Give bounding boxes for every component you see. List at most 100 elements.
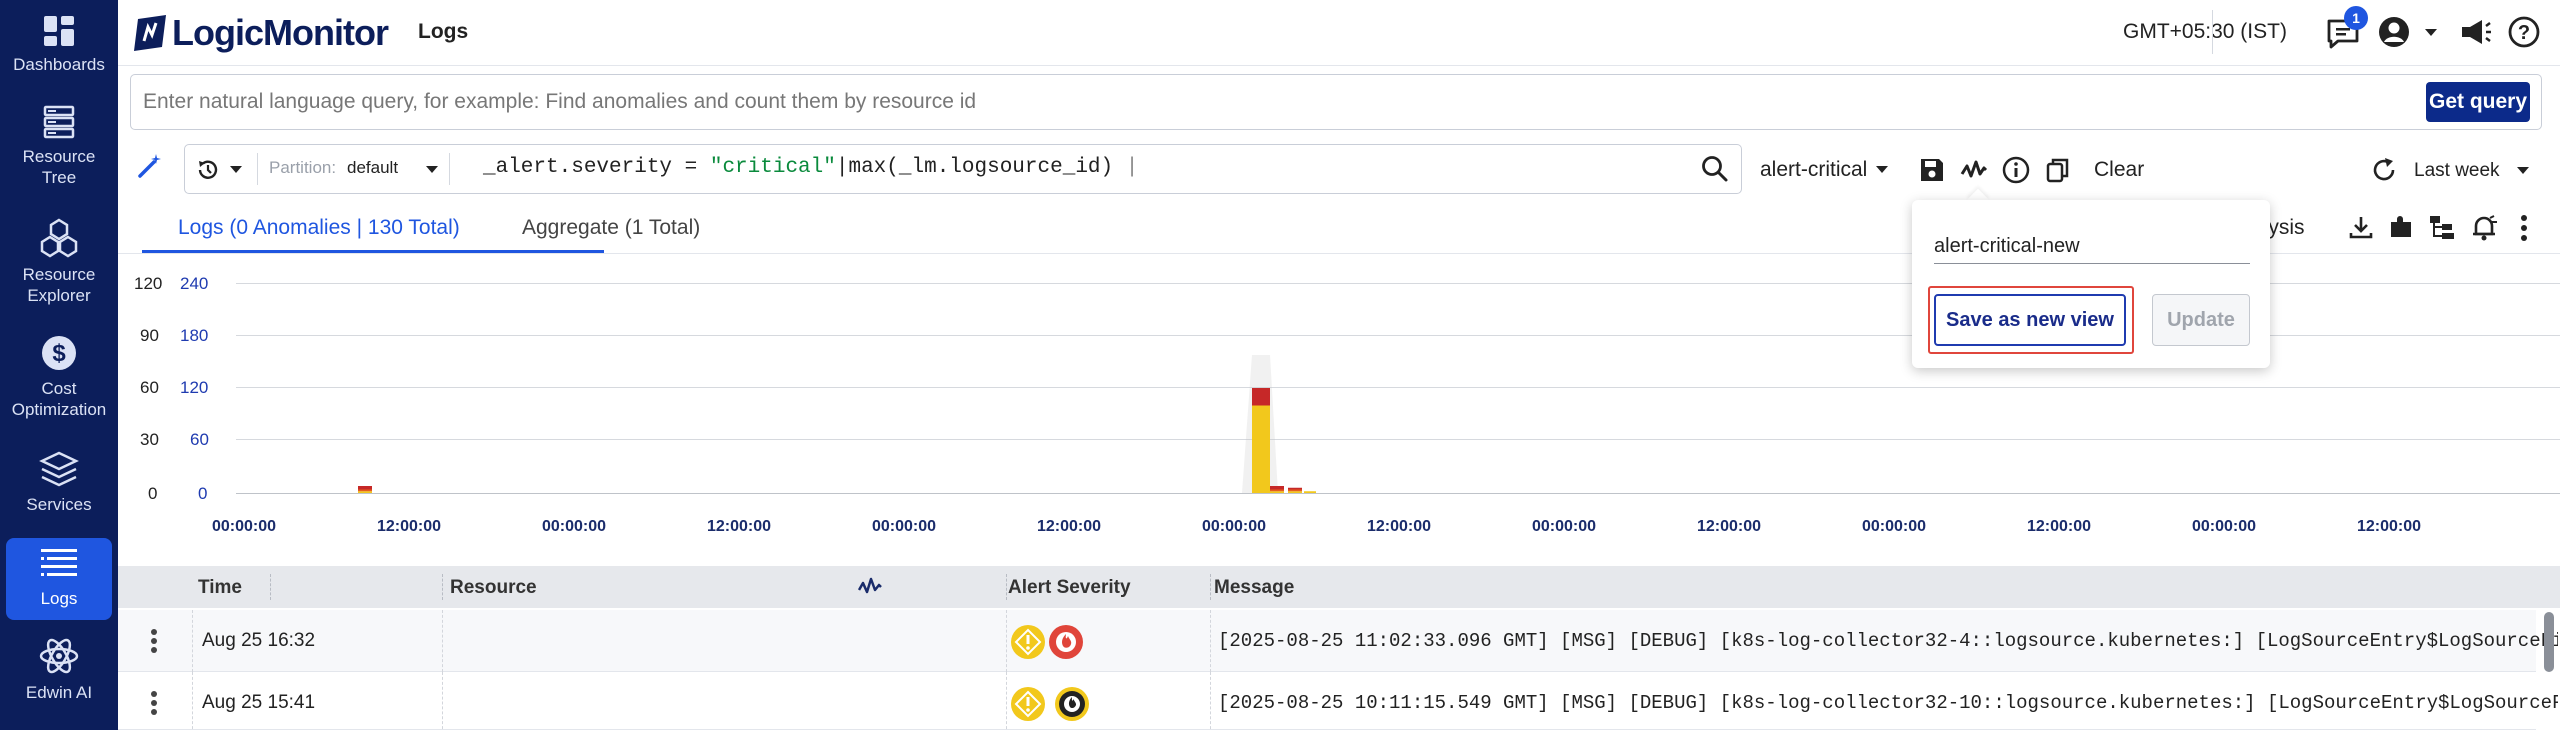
chart-bar-critical[interactable] <box>1270 486 1284 490</box>
sidebar-item-cost-optimization[interactable]: $ Cost Optimization <box>6 334 112 428</box>
info-icon[interactable] <box>2002 156 2030 184</box>
column-divider <box>442 672 443 730</box>
chart-bar-warning[interactable] <box>1252 405 1270 494</box>
chevron-down-icon <box>1876 166 1889 173</box>
chart-bar-warning[interactable] <box>1304 491 1316 493</box>
sidebar-item-logs[interactable]: Logs <box>6 538 112 620</box>
chart-bar-warning[interactable] <box>1270 491 1284 493</box>
help-icon[interactable]: ? <box>2508 16 2540 48</box>
x-tick-label: 00:00:00 <box>211 518 277 535</box>
edwin-ai-icon <box>39 638 79 674</box>
save-icon[interactable] <box>1918 156 1946 184</box>
query-history-button[interactable] <box>195 157 243 183</box>
column-header-alert-severity[interactable]: Alert Severity <box>1008 577 1131 599</box>
announcement-icon[interactable] <box>2460 18 2492 46</box>
tab-logs[interactable]: Logs (0 Anomalies | 130 Total) <box>178 216 460 240</box>
timezone-label[interactable]: GMT+05:30 (IST) <box>2123 20 2287 44</box>
chart-bar-warning[interactable] <box>358 491 372 493</box>
column-divider <box>1210 574 1211 600</box>
search-icon[interactable] <box>1701 155 1729 183</box>
severity-critical-icon <box>1049 625 1083 659</box>
services-icon <box>39 451 79 487</box>
more-options-icon[interactable] <box>2520 214 2528 242</box>
column-header-message[interactable]: Message <box>1214 577 1294 599</box>
saved-view-select[interactable]: alert-critical <box>1760 158 1889 182</box>
table-row[interactable]: Aug 25 15:41 [2025-08-25 10:11:15.549 GM… <box>118 672 2558 730</box>
sidebar-item-label: Logs <box>40 589 78 608</box>
download-icon[interactable] <box>2348 214 2374 240</box>
sidebar-item-resource-tree[interactable]: Resource Tree <box>6 104 112 194</box>
user-avatar-icon[interactable] <box>2378 16 2410 48</box>
logicmonitor-logo[interactable]: LogicMonitor <box>132 12 389 54</box>
sidebar-item-label: Resource Tree <box>22 147 96 187</box>
column-divider <box>192 672 193 730</box>
column-divider <box>270 574 271 600</box>
page-title: Logs <box>418 20 469 43</box>
sidebar-item-resource-explorer[interactable]: Resource Explorer <box>6 218 112 312</box>
severity-critical-icon <box>1055 687 1089 721</box>
chart-bar-critical[interactable] <box>358 486 372 490</box>
x-tick-label: 00:00:00 <box>541 518 607 535</box>
history-icon <box>198 160 218 179</box>
partition-select[interactable]: default <box>347 158 398 178</box>
dashboards-icon <box>44 16 74 46</box>
cost-optimization-icon: $ <box>42 336 76 370</box>
table-row[interactable]: Aug 25 16:32 [2025-08-25 11:02:33.096 GM… <box>118 610 2558 672</box>
x-tick-label: 00:00:00 <box>1861 518 1927 535</box>
time-range-select[interactable]: Last week <box>2414 160 2530 182</box>
alert-bell-icon[interactable] <box>2470 214 2498 242</box>
active-tab-underline <box>142 250 604 253</box>
logs-page: Dashboards Resource Tree Resource Explor… <box>0 0 2560 730</box>
row-menu-icon[interactable] <box>150 628 158 654</box>
chevron-down-icon[interactable] <box>2424 28 2438 38</box>
x-tick-label: 00:00:00 <box>871 518 937 535</box>
save-as-new-view-button[interactable]: Save as new view <box>1934 294 2126 346</box>
chart-bar-error[interactable] <box>358 489 372 492</box>
sidebar-item-services[interactable]: Services <box>6 450 112 526</box>
copy-icon[interactable] <box>2044 156 2072 184</box>
header-divider <box>2212 10 2213 54</box>
saved-view-label: alert-critical <box>1760 158 1868 181</box>
refresh-icon[interactable] <box>2370 156 2398 184</box>
sidebar: Dashboards Resource Tree Resource Explor… <box>0 0 118 730</box>
query-text-prefix: _alert.severity = <box>483 156 710 179</box>
column-header-time[interactable]: Time <box>198 577 242 599</box>
magic-wand-icon[interactable] <box>136 152 164 180</box>
plugin-icon[interactable] <box>2388 214 2414 240</box>
nl-query-input[interactable] <box>143 87 2343 117</box>
chart-bar-warning[interactable] <box>1288 491 1302 493</box>
table-header: Time Resource Alert Severity Message <box>118 566 2560 608</box>
anomaly-icon[interactable] <box>1960 156 1988 184</box>
chart-bar-critical[interactable] <box>1252 388 1270 406</box>
chevron-down-icon[interactable] <box>425 165 439 175</box>
row-menu-icon[interactable] <box>150 690 158 716</box>
sidebar-item-label: Dashboards <box>13 55 105 74</box>
query-input[interactable]: _alert.severity = "critical"|max(_lm.log… <box>483 156 1138 179</box>
column-divider <box>1210 672 1211 730</box>
partition-label: Partition: <box>269 158 337 177</box>
sidebar-item-edwin-ai[interactable]: Edwin AI <box>6 636 112 712</box>
hierarchy-icon[interactable] <box>2428 214 2456 240</box>
column-divider <box>442 574 443 600</box>
clear-button[interactable]: Clear <box>2094 158 2144 182</box>
chevron-down-icon <box>230 166 242 173</box>
column-divider <box>1210 610 1211 672</box>
column-divider <box>442 610 443 672</box>
divider <box>449 153 450 185</box>
chart-bar-error[interactable] <box>1270 489 1284 492</box>
get-query-button[interactable]: Get query <box>2426 82 2530 122</box>
update-button[interactable]: Update <box>2152 294 2250 346</box>
chart-bar-error[interactable] <box>1288 489 1302 492</box>
tab-aggregate[interactable]: Aggregate (1 Total) <box>522 216 700 240</box>
anomaly-column-icon[interactable] <box>858 576 882 598</box>
column-divider <box>1006 672 1007 730</box>
column-header-resource[interactable]: Resource <box>450 577 537 599</box>
sidebar-item-dashboards[interactable]: Dashboards <box>6 14 112 80</box>
x-tick-label: 12:00:00 <box>1696 518 1762 535</box>
query-bar: Partition: default _alert.severity = "cr… <box>184 144 1742 194</box>
severity-warning-icon <box>1011 687 1045 721</box>
table-scrollbar[interactable] <box>2544 612 2554 672</box>
x-tick-label: 12:00:00 <box>1366 518 1432 535</box>
view-name-input[interactable] <box>1934 230 2250 264</box>
chart-bar-critical[interactable] <box>1288 487 1302 490</box>
